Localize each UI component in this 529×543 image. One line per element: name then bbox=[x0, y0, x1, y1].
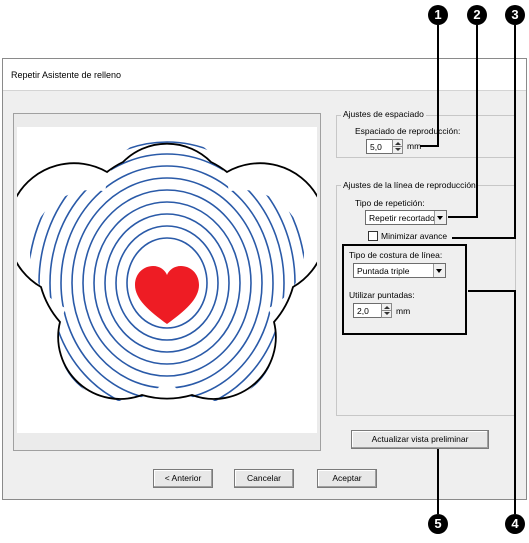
update-preview-button[interactable]: Actualizar vista preliminar bbox=[351, 430, 489, 449]
callout-5-leader bbox=[437, 449, 439, 514]
callout-3-leader-h bbox=[452, 237, 516, 239]
preview-canvas bbox=[6, 127, 328, 433]
dialog-title: Repetir Asistente de relleno bbox=[11, 70, 122, 80]
spacing-spinner[interactable] bbox=[392, 139, 403, 154]
callout-4: 4 bbox=[505, 514, 525, 534]
chevron-down-icon[interactable] bbox=[434, 211, 446, 224]
accept-button[interactable]: Aceptar bbox=[317, 469, 377, 488]
callout-2: 2 bbox=[467, 5, 487, 25]
preview-panel bbox=[6, 113, 328, 451]
callout-4-leader-h bbox=[468, 290, 516, 292]
callout-3-leader bbox=[514, 25, 516, 239]
line-stitch-type-select[interactable]: Puntada triple bbox=[353, 263, 446, 278]
use-stitches-input[interactable]: 2,0 bbox=[353, 303, 381, 318]
callout-1-leader bbox=[437, 25, 439, 147]
use-stitches-unit: mm bbox=[396, 306, 411, 316]
heart-shape bbox=[135, 266, 199, 324]
spacing-settings-legend: Ajustes de espaciado bbox=[341, 109, 426, 119]
callout-4-leader bbox=[514, 290, 516, 514]
back-button[interactable]: < Anterior bbox=[153, 469, 213, 488]
chevron-down-icon[interactable] bbox=[433, 264, 445, 277]
callout-2-leader bbox=[476, 25, 478, 218]
callout-5: 5 bbox=[428, 514, 448, 534]
line-stitch-type-label: Tipo de costura de línea: bbox=[349, 250, 443, 260]
repeat-fill-wizard-dialog: Repetir Asistente de relleno Ajustes de … bbox=[2, 58, 527, 500]
minimize-advance-checkbox[interactable] bbox=[368, 231, 378, 241]
use-stitches-label: Utilizar puntadas: bbox=[349, 290, 415, 300]
use-stitches-spinner[interactable] bbox=[381, 303, 392, 318]
repeat-type-label: Tipo de repetición: bbox=[355, 198, 425, 208]
callout-1: 1 bbox=[428, 5, 448, 25]
repeat-type-select[interactable]: Repetir recortados bbox=[365, 210, 447, 225]
reproduction-spacing-input[interactable]: 5,0 bbox=[366, 139, 392, 154]
callout-1-leader-h bbox=[420, 145, 439, 147]
reproduction-spacing-label: Espaciado de reproducción: bbox=[355, 126, 461, 136]
title-bar: Repetir Asistente de relleno bbox=[3, 59, 526, 91]
callout-3: 3 bbox=[505, 5, 525, 25]
spacing-settings-group bbox=[336, 115, 516, 158]
cancel-button[interactable]: Cancelar bbox=[234, 469, 294, 488]
minimize-advance-label: Minimizar avance bbox=[381, 231, 448, 241]
callout-2-leader-h bbox=[448, 216, 478, 218]
reproduction-line-settings-legend: Ajustes de la línea de reproducción bbox=[341, 180, 478, 190]
flower-pattern-preview bbox=[6, 135, 328, 401]
